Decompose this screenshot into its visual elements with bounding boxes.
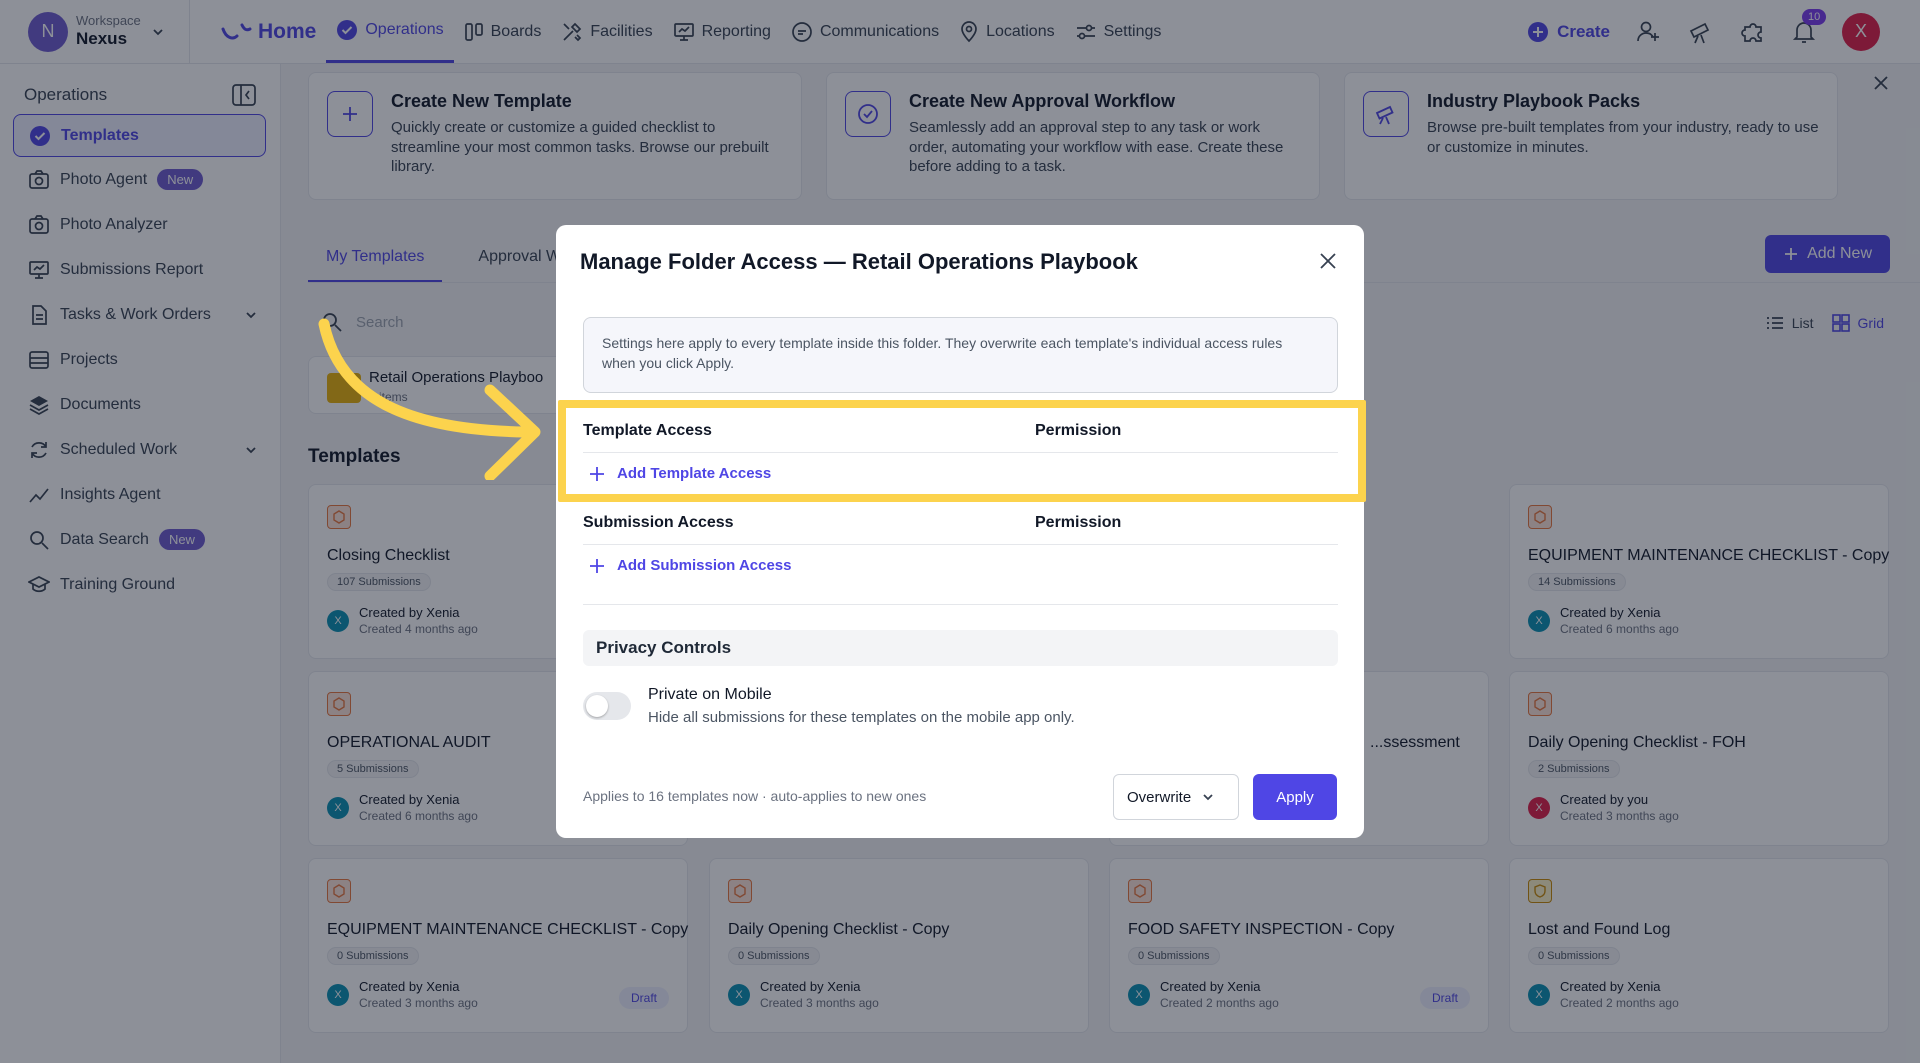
plus-icon — [589, 558, 605, 574]
info-message: Settings here apply to every template in… — [583, 317, 1338, 393]
apply-button[interactable]: Apply — [1253, 774, 1337, 820]
add-submission-access-button[interactable]: Add Submission Access — [589, 557, 792, 574]
permission-label: Permission — [1035, 514, 1122, 531]
add-submission-access-label: Add Submission Access — [617, 557, 792, 574]
divider — [583, 604, 1338, 605]
chevron-down-icon — [1201, 790, 1215, 804]
privacy-controls-header: Privacy Controls — [583, 630, 1338, 666]
highlight-box — [558, 400, 1366, 502]
toggle-description: Hide all submissions for these templates… — [648, 709, 1075, 726]
pointer-arrow-icon — [318, 318, 541, 480]
modal-title: Manage Folder Access — Retail Operations… — [580, 249, 1138, 274]
toggle-knob — [586, 695, 608, 717]
private-on-mobile-toggle[interactable] — [583, 692, 631, 720]
footer-note: Applies to 16 templates now · auto-appli… — [583, 788, 927, 804]
submission-access-label: Submission Access — [583, 514, 734, 531]
divider — [583, 544, 1338, 545]
mode-select-value: Overwrite — [1127, 788, 1192, 806]
mode-select[interactable]: Overwrite — [1113, 774, 1239, 820]
toggle-title: Private on Mobile — [648, 686, 772, 703]
manage-folder-access-modal: Manage Folder Access — Retail Operations… — [556, 225, 1364, 838]
close-icon[interactable] — [1318, 251, 1338, 271]
submission-access-header: Submission Access Permission — [583, 514, 1338, 532]
